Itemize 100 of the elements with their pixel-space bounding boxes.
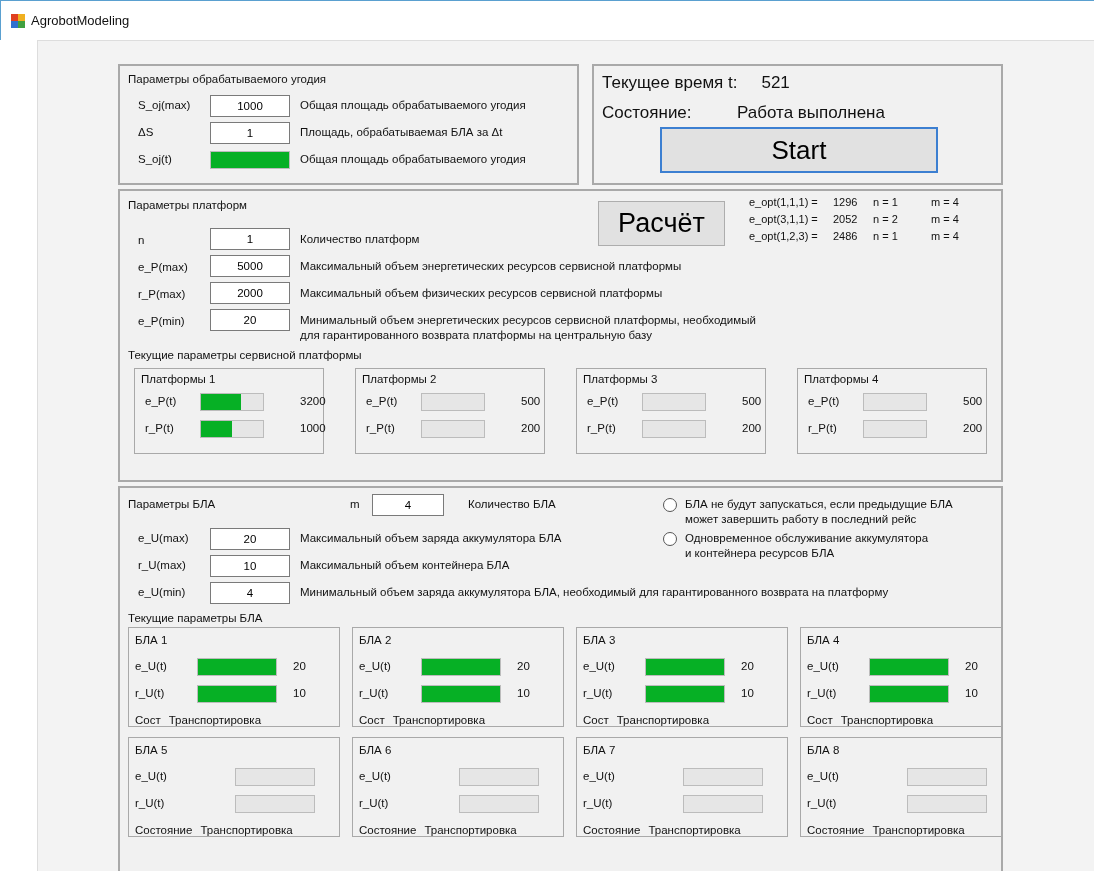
field-label: m: [350, 497, 361, 513]
bar-reading: 10: [964, 686, 979, 702]
field-description: Максимальный объем энергетических ресурсов сервисной платформы: [299, 259, 682, 274]
field-description: Минимальный объем заряда аккумулятора БЛА, необходимый для гарантированного возврата на платформу: [299, 584, 889, 600]
radio-button[interactable]: [663, 498, 677, 512]
field-label: r_U(max): [138, 557, 187, 573]
state-value: Транспортировка: [200, 822, 293, 838]
group-title: Платформы 2: [362, 372, 438, 388]
input-field[interactable]: 10: [210, 554, 290, 577]
result-text: m = 4: [931, 229, 960, 244]
state-label: Сост: [359, 712, 385, 728]
group-title: БЛА 8: [807, 743, 841, 759]
input-field[interactable]: 20: [210, 309, 290, 331]
result-text: e_opt(1,1,1) =: [749, 195, 819, 210]
group-title: Параметры платформ: [128, 199, 247, 211]
bar-label: r_U(t): [583, 686, 614, 702]
bar-reading: 20: [292, 659, 307, 675]
app-icon: [11, 13, 25, 28]
section-title: Текущие параметры сервисной платформы: [128, 349, 362, 361]
state-label: Состояние: [135, 822, 193, 838]
input-field[interactable]: 4: [372, 494, 444, 516]
state-value: Транспортировка: [840, 712, 934, 728]
bar-label: e_U(t): [359, 769, 392, 785]
bar-reading: 200: [520, 421, 541, 437]
state-label: Состояние: [583, 822, 641, 838]
bar-reading: 3200: [299, 394, 326, 410]
bar-label: e_P(t): [808, 394, 841, 410]
field-description: Максимальный объем физических ресурсов сервисной платформы: [299, 286, 663, 301]
input-field[interactable]: 20: [210, 527, 290, 550]
result-text: n = 1: [873, 229, 899, 244]
field-label: S_oj(t): [138, 152, 173, 168]
bar-reading: 500: [962, 394, 983, 410]
field-description: Общая площадь обрабатываемого угодия: [299, 152, 526, 168]
result-text: n = 1: [873, 195, 899, 210]
bar-label: e_U(t): [135, 659, 168, 675]
bar-label: e_U(t): [807, 659, 840, 675]
bar-label: r_U(t): [359, 686, 390, 702]
field-label: e_U(min): [138, 584, 187, 600]
state-value: Транспортировка: [168, 712, 262, 728]
state-label: Состояние: [359, 822, 417, 838]
bar-label: e_U(t): [583, 659, 616, 675]
bar-reading: 20: [740, 659, 755, 675]
bar-label: e_U(t): [807, 769, 840, 785]
bar-reading: 1000: [299, 421, 326, 437]
result-text: m = 4: [931, 212, 960, 227]
bar-reading: 200: [741, 421, 762, 437]
input-field[interactable]: 4: [210, 581, 290, 604]
time-label: Текущее время t:: [602, 72, 738, 94]
input-field[interactable]: 1: [210, 121, 290, 144]
field-description: Количество платформ: [299, 232, 420, 247]
state-label: Сост: [807, 712, 833, 728]
bar-label: e_P(t): [366, 394, 399, 410]
field-label: e_P(max): [138, 260, 189, 275]
window-title: AgrobotModeling: [31, 11, 130, 30]
field-label: ΔS: [138, 125, 155, 141]
calculate-button[interactable]: Расчёт: [598, 201, 725, 246]
state-value: Транспортировка: [424, 822, 517, 838]
state-label: Состояние:: [602, 101, 693, 124]
group-title: Параметры обрабатываемого угодия: [128, 73, 327, 85]
input-field[interactable]: 1: [210, 228, 290, 250]
state-value: Транспортировка: [872, 822, 965, 838]
result-text: 1296: [833, 195, 859, 210]
bar-label: r_U(t): [135, 686, 166, 702]
state-label: Сост: [135, 712, 161, 728]
field-description: Площадь, обрабатываемая БЛА за Δt: [299, 125, 503, 141]
field-description: Минимальный объем энергетических ресурсов сервисной платформы, необходимый для гарантированного возврата платформы на центральную базу: [299, 313, 756, 343]
radio-button[interactable]: [663, 532, 677, 546]
bar-reading: 20: [516, 659, 531, 675]
field-label: n: [138, 233, 146, 248]
bar-label: e_U(t): [359, 659, 392, 675]
state-label: Сост: [583, 712, 609, 728]
group-title: Параметры БЛА: [128, 497, 217, 513]
bar-label: e_P(t): [145, 394, 178, 410]
field-label: S_oj(max): [138, 98, 192, 114]
result-text: n = 2: [873, 212, 899, 227]
bar-reading: 20: [964, 659, 979, 675]
bar-reading: 10: [740, 686, 755, 702]
option-label: БЛА не будут запускаться, если предыдущие БЛА может завершить работу в последний рейс: [685, 497, 953, 527]
input-field[interactable]: 5000: [210, 255, 290, 277]
field-description: Максимальный объем заряда аккумулятора БЛА: [299, 530, 562, 546]
input-field[interactable]: 1000: [210, 94, 290, 117]
group-title: БЛА 5: [135, 743, 169, 759]
bar-label: e_U(t): [135, 769, 168, 785]
group-title: БЛА 2: [359, 633, 393, 649]
result-text: 2486: [833, 229, 859, 244]
field-description: Количество БЛА: [467, 497, 556, 513]
section-title: Текущие параметры БЛА: [128, 612, 263, 624]
input-field[interactable]: 2000: [210, 282, 290, 304]
bar-label: r_U(t): [807, 796, 838, 812]
bar-label: r_U(t): [583, 796, 614, 812]
group-title: Платформы 1: [141, 372, 217, 388]
option-label: Одновременное обслуживание аккумулятора и контейнера ресурсов БЛА: [685, 531, 929, 561]
result-text: m = 4: [931, 195, 960, 210]
start-button[interactable]: Start: [660, 127, 938, 173]
state-value: Работа выполнена: [737, 101, 885, 124]
state-value: Транспортировка: [616, 712, 710, 728]
group-title: БЛА 1: [135, 633, 169, 649]
field-description: Общая площадь обрабатываемого угодия: [299, 98, 526, 114]
result-text: e_opt(3,1,1) =: [749, 212, 819, 227]
bar-reading: 200: [962, 421, 983, 437]
